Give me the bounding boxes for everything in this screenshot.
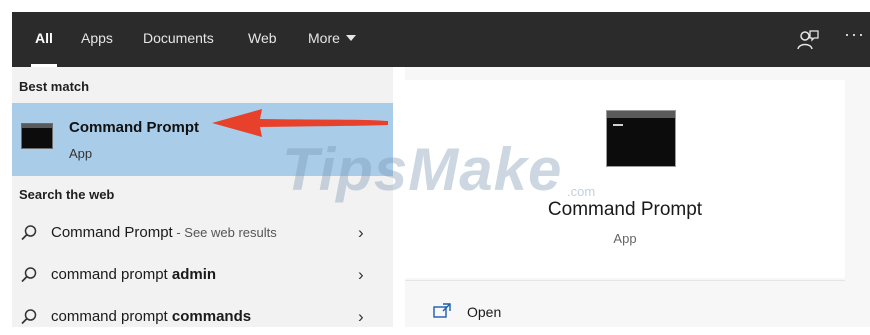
web-result-query: command prompt	[51, 308, 172, 325]
web-result-text: command prompt commands	[51, 308, 251, 325]
command-prompt-icon	[21, 123, 53, 149]
search-filter-bar: All Apps Documents Web More ···	[12, 12, 870, 67]
detail-subtitle: App	[613, 231, 637, 246]
chevron-right-icon: ›	[358, 265, 364, 284]
detail-title: Command Prompt	[547, 199, 703, 220]
search-web-header: Search the web	[19, 187, 115, 202]
ellipsis-icon[interactable]: ···	[844, 24, 865, 45]
best-match-title: Command Prompt	[69, 119, 200, 136]
divider	[405, 280, 845, 281]
tab-more-label: More	[308, 30, 340, 46]
tab-apps[interactable]: Apps	[81, 12, 113, 67]
feedback-person-icon[interactable]	[796, 28, 820, 52]
caret-down-icon	[345, 35, 356, 41]
detail-panel: Command Prompt App Open	[405, 67, 870, 327]
web-result-text: command prompt admin	[51, 266, 216, 283]
chevron-right-icon: ›	[358, 223, 364, 242]
web-result-item[interactable]: Command Prompt - See web results ›	[12, 215, 393, 251]
web-result-query-bold: admin	[171, 266, 217, 283]
web-result-text: Command Prompt - See web results	[51, 224, 277, 241]
magnifier-icon	[21, 225, 37, 241]
tab-more[interactable]: More	[308, 12, 356, 67]
web-result-query-bold: commands	[171, 308, 252, 325]
best-match-subtitle: App	[69, 146, 93, 161]
open-window-icon	[433, 303, 451, 318]
tab-documents[interactable]: Documents	[143, 12, 214, 67]
web-result-query: command prompt	[51, 266, 172, 283]
tab-web[interactable]: Web	[248, 12, 277, 67]
chevron-right-icon: ›	[358, 307, 364, 326]
web-result-hint: - See web results	[172, 225, 277, 240]
tab-all[interactable]: All	[31, 12, 57, 67]
command-prompt-large-icon	[606, 110, 676, 167]
web-result-item[interactable]: command prompt admin ›	[12, 257, 393, 293]
best-match-header: Best match	[19, 79, 90, 94]
web-result-item[interactable]: command prompt commands ›	[12, 299, 393, 335]
magnifier-icon	[21, 267, 37, 283]
detail-card: Command Prompt App	[405, 80, 845, 278]
open-label: Open	[467, 304, 502, 320]
magnifier-icon	[21, 309, 37, 325]
annotation-arrow	[212, 109, 388, 137]
web-result-query: Command Prompt	[51, 224, 173, 241]
